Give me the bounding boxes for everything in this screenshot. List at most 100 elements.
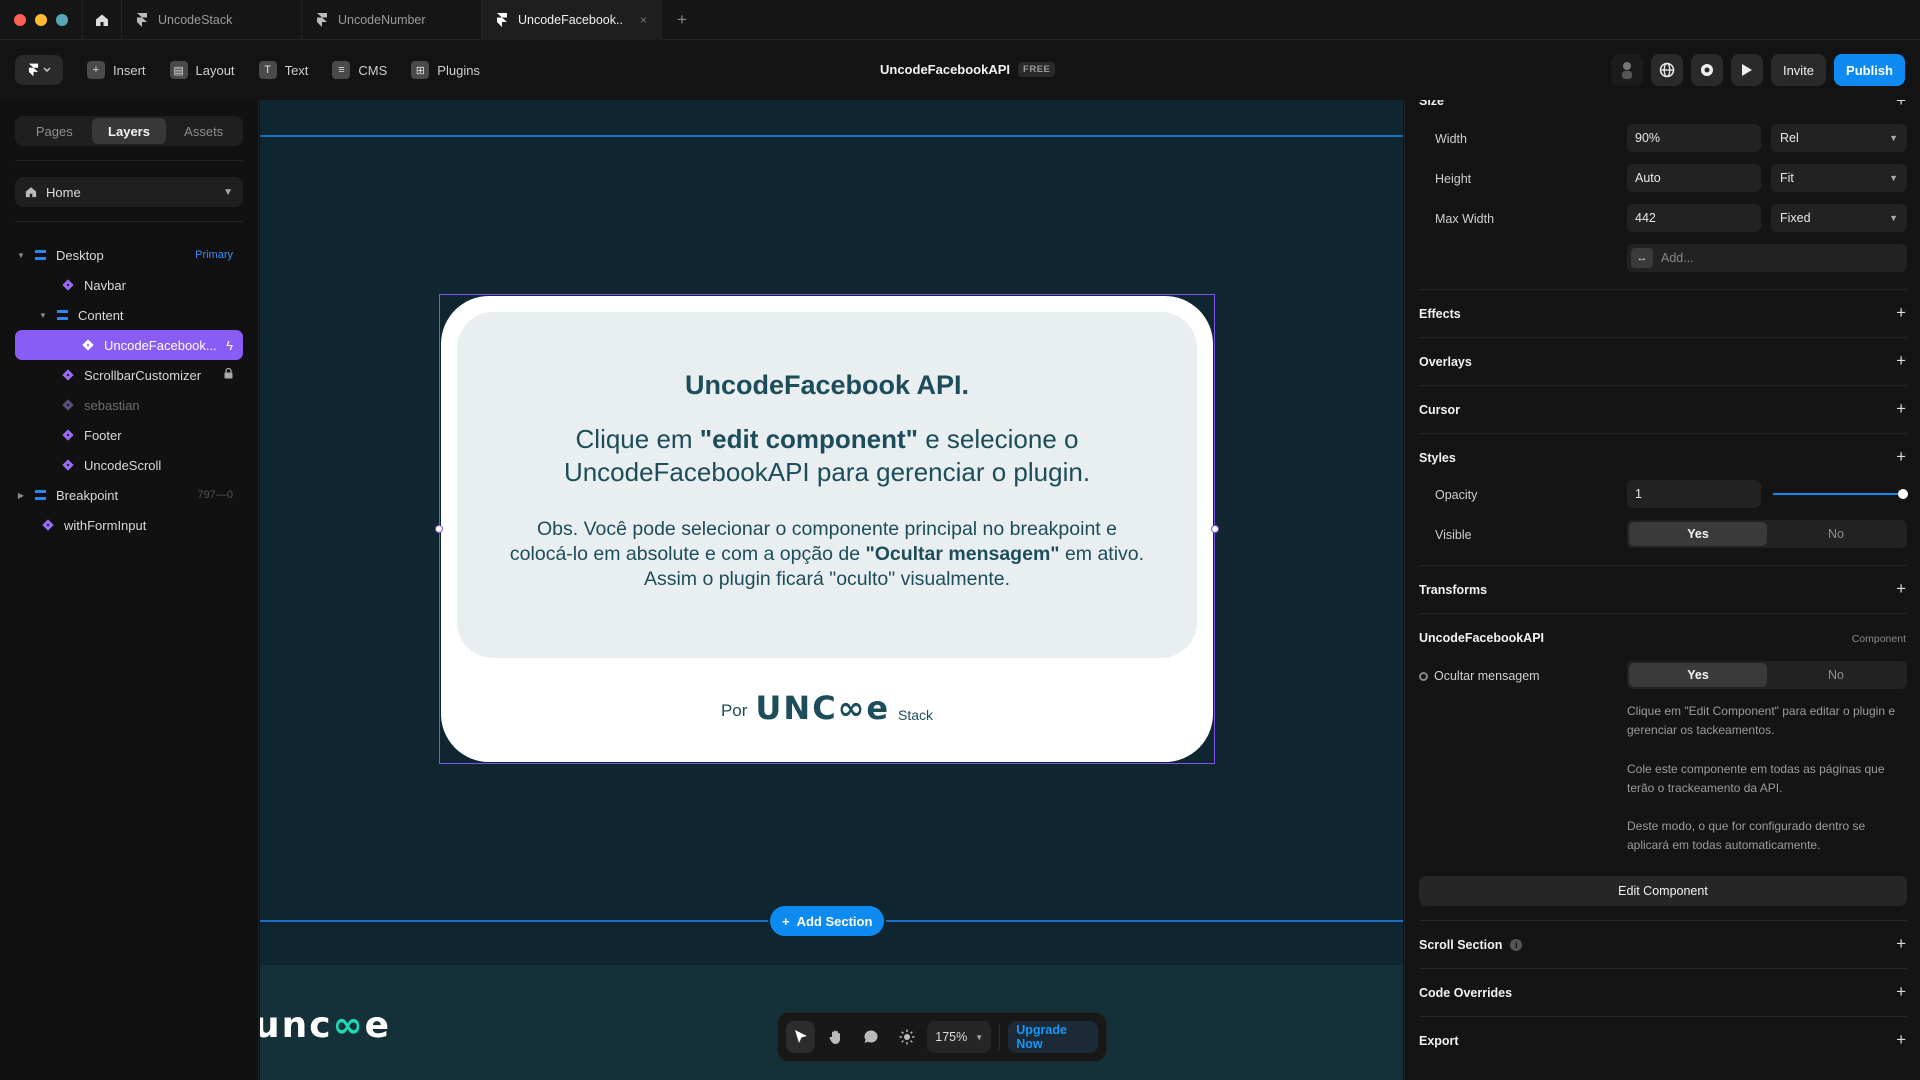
publish-button[interactable]: Publish	[1834, 54, 1905, 86]
tab-assets[interactable]: Assets	[166, 118, 241, 144]
insert-button[interactable]: + Insert	[87, 61, 146, 79]
theme-toggle[interactable]	[892, 1021, 921, 1053]
component-tag: Component	[1851, 633, 1906, 645]
caret-down-icon[interactable]: ▼	[15, 251, 27, 260]
add-section-button[interactable]: + Add Section	[770, 906, 885, 936]
layer-uncodescroll[interactable]: UncodeScroll	[15, 450, 243, 480]
height-input[interactable]: Auto	[1627, 164, 1761, 192]
visible-yes[interactable]: Yes	[1629, 522, 1767, 546]
preview-button[interactable]	[1730, 54, 1763, 86]
upgrade-button[interactable]: Upgrade Now	[1008, 1021, 1098, 1053]
project-title[interactable]: UncodeFacebookAPI FREE	[880, 62, 1056, 77]
zoom-window-button[interactable]	[56, 13, 68, 26]
tab-pages[interactable]: Pages	[17, 118, 92, 144]
framer-menu-button[interactable]	[15, 55, 63, 85]
layer-navbar[interactable]: Navbar	[15, 270, 243, 300]
globe-button[interactable]	[1650, 54, 1683, 86]
invite-button[interactable]: Invite	[1770, 54, 1827, 86]
size-add-icon[interactable]: +	[1896, 100, 1906, 109]
ocultar-no[interactable]: No	[1767, 663, 1905, 687]
width-mode-select[interactable]: Rel ▼	[1771, 124, 1907, 152]
close-window-button[interactable]	[14, 13, 26, 26]
toolbar-actions: Invite Publish	[1610, 54, 1905, 86]
gear-icon	[1700, 64, 1713, 76]
stack-icon	[55, 308, 69, 322]
height-mode-select[interactable]: Fit ▼	[1771, 164, 1907, 192]
settings-button[interactable]	[1690, 54, 1723, 86]
code-overrides-add-icon[interactable]: +	[1896, 983, 1906, 1000]
cursor-icon	[794, 1030, 807, 1043]
height-label: Height	[1435, 172, 1472, 186]
width-label: Width	[1435, 132, 1467, 146]
reset-dot-icon[interactable]	[1419, 671, 1428, 681]
styles-add-icon[interactable]: +	[1896, 448, 1906, 465]
layer-scrollbarcustomizer[interactable]: ScrollbarCustomizer	[15, 360, 243, 390]
scroll-section-add-icon[interactable]: +	[1896, 935, 1906, 952]
layer-withforminput[interactable]: withFormInput	[15, 510, 243, 540]
layer-content[interactable]: ▼ Content	[15, 300, 243, 330]
chevron-down-icon: ▼	[1889, 133, 1898, 143]
text-button[interactable]: T Text	[258, 61, 308, 79]
lightning-icon: ϟ	[226, 337, 233, 353]
width-input[interactable]: 90%	[1627, 124, 1761, 152]
resize-handle-left[interactable]	[435, 525, 443, 533]
opacity-slider-thumb[interactable]	[1898, 489, 1908, 499]
add-section-label: Add Section	[796, 913, 873, 929]
effects-add-icon[interactable]: +	[1896, 304, 1906, 321]
tab-uncodenumber[interactable]: UncodeNumber	[302, 0, 482, 40]
tab-label: UncodeFacebook..	[518, 12, 623, 27]
info-icon[interactable]: i	[1510, 939, 1523, 951]
layout-icon: ▤	[169, 61, 188, 79]
opacity-label: Opacity	[1435, 488, 1478, 502]
avatar[interactable]	[1610, 54, 1643, 86]
properties-panel: Size + Width 90% Rel ▼ Height Auto Fit ▼ M…	[1404, 100, 1920, 1080]
tab-uncodestack[interactable]: UncodeStack	[122, 0, 302, 40]
layer-label: UncodeScroll	[84, 457, 162, 473]
export-add-icon[interactable]: +	[1896, 1031, 1906, 1048]
chevron-down-icon: ▼	[1889, 213, 1898, 223]
layer-uncodefacebook[interactable]: UncodeFacebook... ϟ	[15, 330, 243, 360]
tab-uncodefacebook[interactable]: UncodeFacebook.. ×	[482, 0, 662, 40]
component-icon	[41, 518, 55, 532]
insert-label: Insert	[113, 62, 146, 78]
resize-handle-right[interactable]	[1211, 525, 1219, 533]
add-constraint-field[interactable]: ↔ Add...	[1627, 244, 1907, 272]
lock-icon[interactable]	[224, 367, 233, 382]
home-tab[interactable]	[82, 0, 122, 40]
hand-tool[interactable]	[821, 1021, 850, 1053]
overlays-add-icon[interactable]: +	[1896, 352, 1906, 369]
opacity-slider[interactable]	[1773, 489, 1908, 499]
help-text-3: Deste modo, o que for configurado dentro…	[1627, 819, 1866, 852]
visible-no[interactable]: No	[1767, 522, 1905, 546]
minimize-window-button[interactable]	[35, 13, 47, 26]
plugins-label: Plugins	[437, 62, 480, 78]
design-canvas[interactable]: UncodeFacebook API. Clique em "edit comp…	[260, 100, 1403, 1080]
comment-tool[interactable]	[857, 1021, 886, 1053]
caret-right-icon[interactable]: ▶	[15, 491, 27, 500]
size-section-title: Size	[1419, 100, 1445, 108]
transforms-add-icon[interactable]: +	[1896, 580, 1906, 597]
tab-layers[interactable]: Layers	[91, 118, 167, 144]
layer-footer[interactable]: Footer	[15, 420, 243, 450]
title-bar: UncodeStack UncodeNumber UncodeFacebook.…	[0, 0, 1920, 40]
close-tab-icon[interactable]: ×	[640, 13, 647, 27]
section-guide-top	[260, 135, 1403, 137]
page-selector[interactable]: Home ▼	[15, 177, 243, 207]
max-width-input[interactable]: 442	[1627, 204, 1761, 232]
layer-desktop[interactable]: ▼ Desktop Primary	[15, 240, 243, 270]
layer-breakpoint[interactable]: ▶ Breakpoint 797—0	[15, 480, 243, 510]
cursor-add-icon[interactable]: +	[1896, 400, 1906, 417]
edit-component-button[interactable]: Edit Component	[1419, 876, 1907, 906]
opacity-input[interactable]: 1	[1627, 480, 1761, 508]
cms-button[interactable]: ≡ CMS	[332, 61, 387, 79]
plugins-button[interactable]: ⊞ Plugins	[411, 61, 480, 79]
select-tool[interactable]	[786, 1021, 816, 1053]
ocultar-yes[interactable]: Yes	[1629, 663, 1767, 687]
new-tab-button[interactable]: +	[662, 10, 702, 30]
max-width-mode-select[interactable]: Fixed ▼	[1771, 204, 1907, 232]
zoom-select[interactable]: 175% ▼	[927, 1021, 992, 1053]
layout-label: Layout	[195, 62, 235, 78]
layer-sebastian[interactable]: sebastian	[15, 390, 243, 420]
caret-down-icon[interactable]: ▼	[37, 311, 49, 320]
layout-button[interactable]: ▤ Layout	[169, 61, 235, 79]
